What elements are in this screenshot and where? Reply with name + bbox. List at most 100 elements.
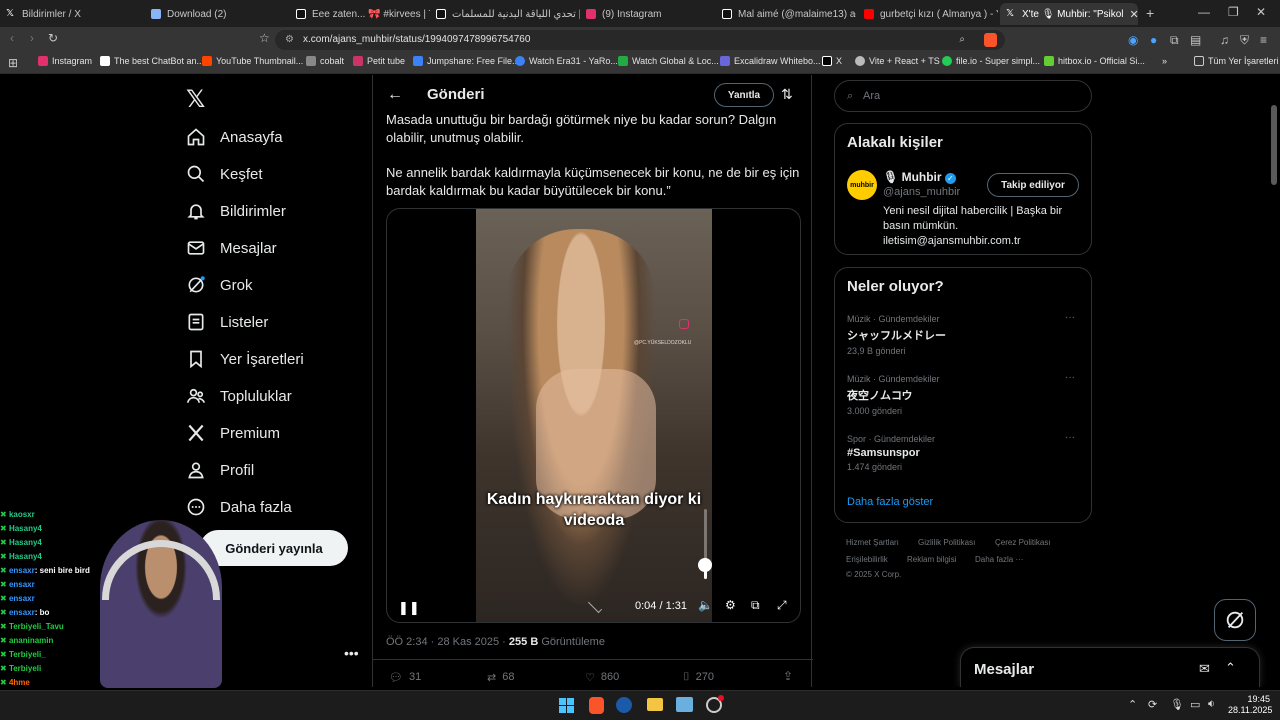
nav-more[interactable]: Daha fazla — [186, 497, 292, 517]
clock[interactable]: 19:45 28.11.2025 — [1228, 694, 1272, 716]
address-bar[interactable]: ⚙ x.com/ajans_muhbir/status/199409747899… — [275, 30, 1005, 50]
footer-cookie-link[interactable]: Çerez Politikası — [995, 538, 1051, 547]
trend-more-icon[interactable]: ··· — [1065, 432, 1075, 443]
back-arrow-icon[interactable]: ← — [387, 86, 403, 104]
bookmark-x[interactable]: X — [822, 56, 842, 66]
reply-action[interactable]: 💬︎ 31 — [389, 671, 421, 684]
vpn-icon[interactable]: ● — [1150, 33, 1157, 47]
bookmark-instagram[interactable]: Instagram — [38, 56, 92, 66]
fullscreen-icon[interactable]: ⤢ — [777, 598, 787, 613]
footer-accessibility-link[interactable]: Erişilebilirlik — [846, 555, 888, 564]
bookmark-jumpshare[interactable]: Jumpshare: Free File... — [413, 56, 520, 66]
bookmarks-overflow-icon[interactable]: » — [1162, 56, 1167, 66]
brave-icon[interactable] — [589, 697, 604, 714]
nav-notifications[interactable]: Bildirimler — [186, 201, 286, 221]
forward-icon[interactable]: › — [30, 31, 34, 45]
repost-action[interactable]: ⇄ 68 — [487, 671, 514, 684]
volume-slider[interactable] — [698, 509, 712, 579]
settings-gear-icon[interactable]: ⚙ — [725, 598, 736, 612]
account-more-icon[interactable]: ••• — [344, 645, 359, 661]
tab-2[interactable]: Download (2) — [145, 3, 290, 25]
extension-icon[interactable]: ◉ — [1128, 33, 1138, 47]
footer-ads-link[interactable]: Reklam bilgisi — [907, 555, 956, 564]
post-button[interactable]: Gönderi yayınla — [200, 530, 348, 566]
bookmark-hitbox[interactable]: hitbox.io - Official Si... — [1044, 56, 1145, 66]
menu-icon[interactable]: ≡ — [1260, 33, 1267, 47]
bookmark-youtube-thumbnail[interactable]: YouTube Thumbnail... — [202, 56, 303, 66]
show-more-link[interactable]: Daha fazla göster — [847, 496, 933, 508]
avatar[interactable]: muhbir — [847, 170, 877, 200]
brave-shield-icon[interactable] — [984, 33, 997, 47]
tab-1[interactable]: 𝕏 Bildirimler / X — [0, 3, 145, 25]
bookmark-action[interactable]: ⌷ 270 — [683, 671, 714, 684]
compose-message-icon[interactable]: ✉ — [1199, 661, 1210, 677]
bookmark-era31[interactable]: Watch Era31 - YaRo... — [515, 56, 618, 66]
bookmark-watch-global[interactable]: Watch Global & Loc... — [618, 56, 719, 66]
all-bookmarks[interactable]: Tüm Yer İşaretleri — [1194, 56, 1279, 66]
tray-chevron-icon[interactable]: ⌃ — [1128, 698, 1137, 711]
share-icon[interactable]: ⇪ — [783, 669, 793, 683]
messages-dock[interactable]: Mesajlar ✉ ⌃ — [960, 647, 1260, 687]
tab-7[interactable]: gurbetçi kızı ( Almanya ) - YouT — [858, 3, 998, 25]
tab-5[interactable]: (9) Instagram — [580, 3, 715, 25]
speaker-icon[interactable]: 🔉︎ — [1208, 698, 1215, 711]
nav-home[interactable]: Anasayfa — [186, 127, 283, 147]
trend-item[interactable]: Müzik · Gündemdekiler 夜空ノムコウ 3.000 gönde… — [847, 374, 1077, 416]
network-icon[interactable]: ▭ — [1190, 698, 1200, 711]
close-tab-icon[interactable]: ✕ — [1130, 8, 1138, 21]
following-button[interactable]: Takip ediliyor — [987, 173, 1079, 197]
tab-3[interactable]: Eee zaten... 🎀 #kirvees | TikTo — [290, 3, 430, 25]
bookmark-chatbot[interactable]: The best ChatBot an... — [100, 56, 204, 66]
sidebar-icon[interactable]: ▤ — [1190, 33, 1201, 47]
footer-privacy-link[interactable]: Gizlilik Politikası — [918, 538, 975, 547]
new-tab-icon[interactable]: + — [1146, 5, 1154, 21]
extensions-icon[interactable]: ⧉ — [1170, 33, 1179, 48]
nav-explore[interactable]: Keşfet — [186, 164, 263, 184]
tab-8-active[interactable]: 𝕏 X'te 🎙 Muhbir: "Psikol ✕ — [1000, 3, 1138, 25]
like-action[interactable]: ♡ 860 — [585, 671, 619, 684]
maximize-icon[interactable]: ❐ — [1228, 5, 1239, 19]
microphone-icon[interactable]: 🎙︎ — [1170, 698, 1184, 711]
apps-grid-icon[interactable]: ⊞ — [8, 56, 18, 70]
file-explorer-icon[interactable] — [647, 698, 663, 711]
nav-profile[interactable]: Profil — [186, 460, 254, 480]
nav-grok[interactable]: Grok — [186, 275, 253, 295]
nav-communities[interactable]: Topluluklar — [186, 386, 292, 406]
footer-terms-link[interactable]: Hizmet Şartları — [846, 538, 899, 547]
pause-icon[interactable]: ❚❚ — [398, 600, 420, 616]
tab-6[interactable]: Mal aimé (@malaime13) adlı k — [716, 3, 856, 25]
control-panel-icon[interactable] — [676, 697, 693, 712]
windows-start-icon[interactable] — [559, 698, 574, 713]
footer-more-link[interactable]: Daha fazla ··· — [975, 555, 1023, 564]
nav-bookmarks[interactable]: Yer İşaretleri — [186, 349, 304, 369]
bookmark-cobalt[interactable]: cobalt — [306, 56, 344, 66]
nav-lists[interactable]: Listeler — [186, 312, 268, 332]
nav-premium[interactable]: Premium — [186, 423, 280, 443]
steam-icon[interactable] — [616, 697, 632, 713]
trend-item[interactable]: Spor · Gündemdekiler #Samsunspor 1.474 g… — [847, 434, 1077, 472]
tab-4[interactable]: تحدي اللياقة البدنية للمسلمات | TikTo — [430, 3, 580, 25]
bookmark-star-icon[interactable]: ☆ — [259, 31, 270, 45]
settings-sliders-icon[interactable]: ⇅ — [781, 86, 793, 103]
minimize-icon[interactable]: — — [1198, 5, 1210, 19]
bookmark-petit-tube[interactable]: Petit tube — [353, 56, 405, 66]
bookmark-vite[interactable]: Vite + React + TS — [855, 56, 940, 66]
reply-button[interactable]: Yanıtla — [714, 83, 774, 107]
music-icon[interactable]: ♫ — [1220, 33, 1229, 47]
bookmark-fileio[interactable]: file.io - Super simpl... — [942, 56, 1040, 66]
trend-more-icon[interactable]: ··· — [1065, 372, 1075, 383]
zoom-icon[interactable]: ⌕ — [959, 30, 965, 50]
search-input[interactable]: ⌕ Ara — [834, 80, 1092, 112]
grok-fab[interactable] — [1214, 599, 1256, 641]
site-info-icon[interactable]: ⚙ — [285, 30, 294, 50]
volume-knob[interactable] — [698, 558, 712, 572]
expand-icon[interactable]: ⌃ — [1225, 660, 1236, 676]
trend-item[interactable]: Müzik · Gündemdekiler シャッフルメドレー 23,9 B g… — [847, 314, 1077, 356]
sync-icon[interactable]: ⟳ — [1148, 698, 1157, 711]
nav-messages[interactable]: Mesajlar — [186, 238, 277, 258]
close-window-icon[interactable]: ✕ — [1256, 5, 1266, 19]
pip-icon[interactable]: ⧉ — [751, 598, 760, 613]
shield-icon[interactable]: ⛨ — [1240, 33, 1249, 48]
back-icon[interactable]: ‹ — [10, 31, 14, 45]
scrollbar-thumb[interactable] — [1271, 105, 1277, 185]
